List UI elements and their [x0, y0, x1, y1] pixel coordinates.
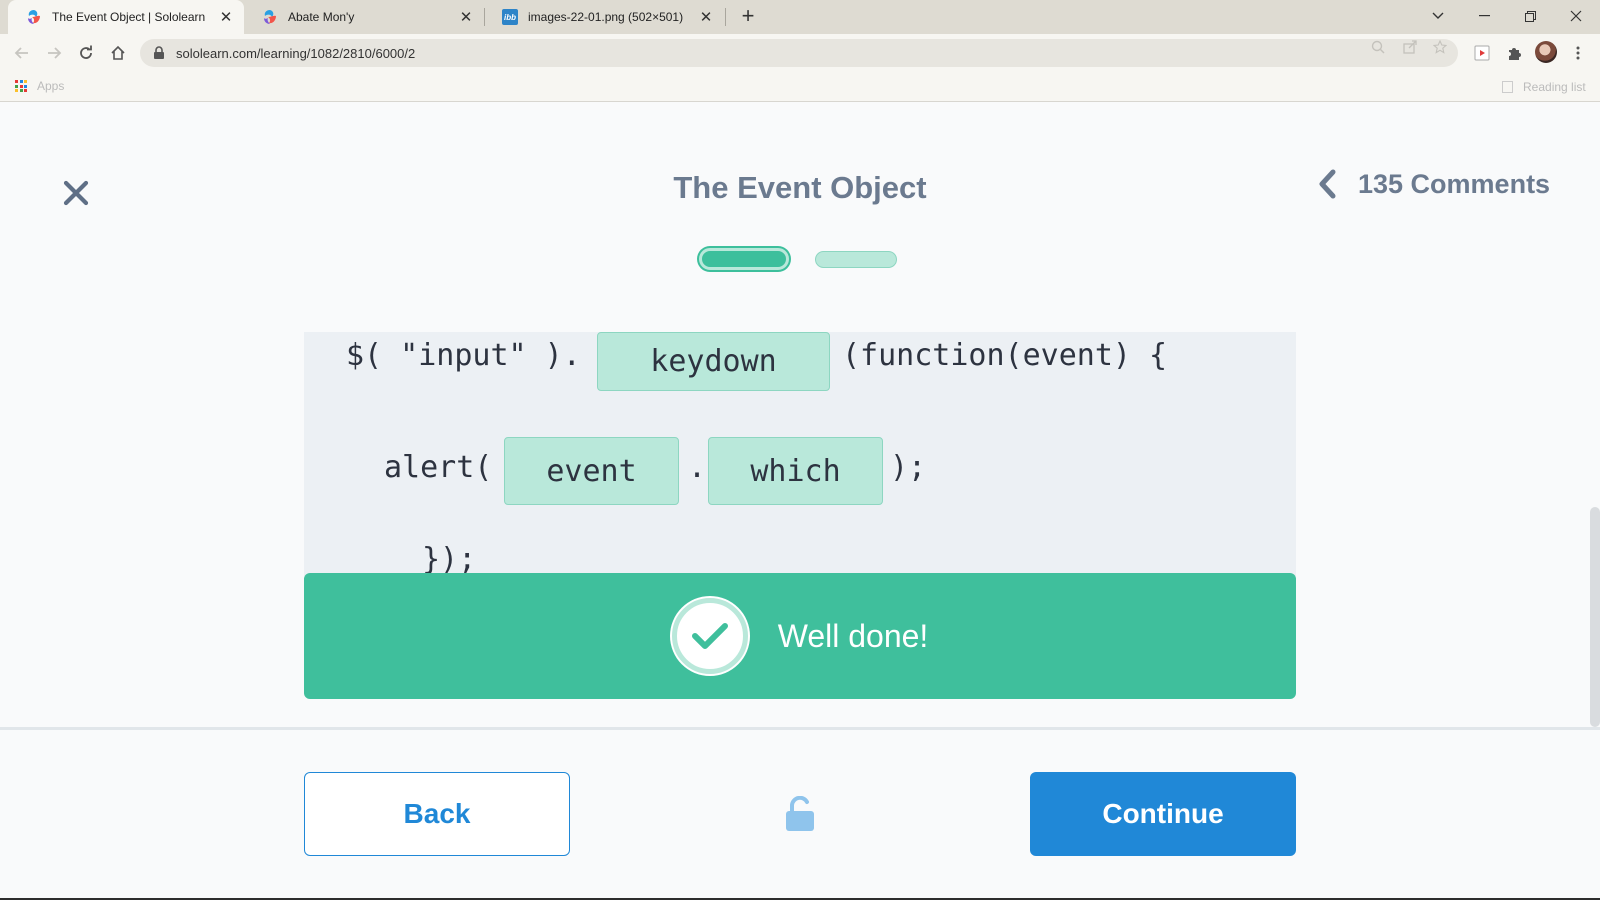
bookmark-star-icon[interactable] [1432, 39, 1448, 56]
arrow-left-icon [14, 47, 28, 59]
reload-icon [80, 45, 92, 59]
progress-step-next [815, 251, 897, 268]
tab-the-event-object[interactable]: The Event Object | Sololearn ✕ [8, 0, 244, 34]
more-vertical-icon [1576, 46, 1580, 60]
progress-step-current [699, 248, 789, 270]
footer-divider [0, 727, 1600, 730]
zoom-icon[interactable] [1370, 40, 1386, 56]
tab-title: The Event Object | Sololearn [52, 10, 206, 24]
back-button[interactable]: Back [304, 772, 570, 856]
tab-search-button[interactable] [1416, 0, 1460, 32]
comments-button[interactable]: 135 Comments [1316, 168, 1550, 200]
chevron-left-icon [1319, 169, 1336, 199]
unlock-icon[interactable] [784, 796, 816, 832]
minimize-icon [1478, 15, 1490, 17]
arrow-right-icon [48, 47, 62, 59]
reading-list-icon [1502, 81, 1513, 93]
code-line2-prefix: alert( [384, 450, 493, 485]
close-window-button[interactable] [1554, 0, 1598, 32]
reading-list-button[interactable]: Reading list [1502, 80, 1586, 94]
code-line2-suffix: ); [890, 450, 927, 485]
answer-slot-which[interactable]: which [708, 437, 883, 505]
url-text: sololearn.com/learning/1082/2810/6000/2 [176, 45, 416, 61]
apps-grid-icon [15, 80, 27, 92]
answer-slot-keydown[interactable]: keydown [597, 332, 830, 391]
code-line1-suffix: (function(event) { [842, 338, 1168, 373]
browser-menu-button[interactable] [1566, 41, 1590, 65]
tab-images-png[interactable]: ibb images-22-01.png (502×501) ✕ [484, 0, 724, 34]
reading-list-label: Reading list [1523, 80, 1586, 94]
tab-bar: The Event Object | Sololearn ✕ Abate Mon… [0, 0, 1600, 34]
page-scrollbar[interactable] [1590, 507, 1600, 727]
tab-abate-mony[interactable]: Abate Mon'y ✕ [244, 0, 484, 34]
ibb-icon: ibb [502, 9, 518, 25]
restore-icon [1524, 10, 1536, 22]
sololearn-icon [28, 10, 40, 24]
youtube-extension-button[interactable] [1470, 41, 1494, 65]
video-extension-icon [1474, 45, 1490, 61]
restore-button[interactable] [1508, 0, 1552, 32]
share-icon[interactable] [1402, 40, 1418, 56]
close-tab-icon[interactable]: ✕ [218, 9, 234, 26]
browser-toolbar: sololearn.com/learning/1082/2810/6000/2 [0, 34, 1600, 72]
code-line1-prefix: $( "input" ). [346, 338, 581, 373]
feedback-message: Well done! [777, 617, 929, 654]
back-nav-button[interactable] [10, 41, 34, 65]
chevron-down-icon [1432, 12, 1444, 19]
forward-nav-button[interactable] [42, 41, 66, 65]
tab-title: Abate Mon'y [288, 10, 355, 24]
close-icon [1570, 10, 1582, 22]
lesson-page: The Event Object 135 Comments $( "input"… [0, 102, 1600, 900]
apps-shortcut[interactable]: Apps [15, 79, 64, 93]
home-button[interactable] [106, 41, 130, 65]
home-icon [111, 45, 125, 60]
close-tab-icon[interactable]: ✕ [458, 9, 474, 26]
feedback-banner: Well done! [304, 573, 1296, 699]
apps-label: Apps [37, 79, 65, 93]
reload-button[interactable] [74, 41, 98, 65]
comments-label: 135 Comments [1358, 168, 1551, 199]
profile-avatar[interactable] [1535, 41, 1557, 63]
new-tab-button[interactable]: + [736, 5, 760, 29]
lock-icon [154, 46, 164, 59]
check-icon [671, 598, 748, 674]
minimize-button[interactable] [1462, 0, 1506, 32]
code-line2-dot: . [688, 450, 707, 485]
tab-separator [725, 8, 726, 26]
code-block: $( "input" ). keydown (function(event) {… [304, 332, 1296, 576]
code-line3: }); [422, 542, 477, 576]
answer-slot-event[interactable]: event [504, 437, 679, 505]
puzzle-icon [1509, 48, 1521, 60]
tab-title: images-22-01.png (502×501) [528, 10, 684, 24]
continue-button[interactable]: Continue [1030, 772, 1296, 856]
sololearn-icon [264, 10, 276, 24]
close-tab-icon[interactable]: ✕ [698, 9, 714, 26]
bookmarks-bar: Apps Reading list [0, 72, 1600, 102]
extensions-button[interactable] [1502, 41, 1526, 65]
address-bar[interactable]: sololearn.com/learning/1082/2810/6000/2 [140, 39, 1458, 67]
